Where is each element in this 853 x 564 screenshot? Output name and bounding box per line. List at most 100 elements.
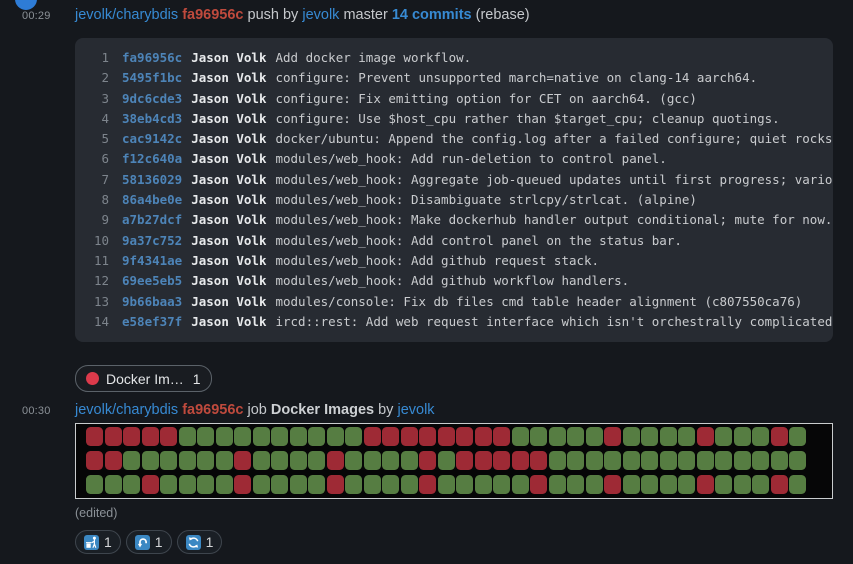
timestamp: 00:29 xyxy=(22,10,51,22)
job-cell-success xyxy=(123,451,140,470)
commit-author: Jason Volk xyxy=(191,190,266,210)
commit-message: Add docker image workflow. xyxy=(275,48,471,68)
commit-author: Jason Volk xyxy=(191,210,266,230)
commit-message: modules/web_hook: Make dockerhub handler… xyxy=(275,210,832,230)
push-note: (rebase) xyxy=(476,7,530,23)
commits-link[interactable]: 14 commits xyxy=(392,7,472,23)
job-cell-failure xyxy=(142,427,159,446)
counterclockwise-arrows-icon xyxy=(186,535,201,550)
commit-message: docker/ubuntu: Append the config.log aft… xyxy=(275,129,833,149)
job-cell-success xyxy=(660,451,677,470)
line-number: 3 xyxy=(87,89,109,109)
commit-row: 1269ee5eb5Jason Volkmodules/web_hook: Ad… xyxy=(87,271,833,291)
job-cell-success xyxy=(567,475,584,494)
job-cell-failure xyxy=(771,427,788,446)
job-cell-success xyxy=(271,475,288,494)
job-cell-success xyxy=(734,475,751,494)
commit-hash-link[interactable]: 9f4341ae xyxy=(122,251,182,271)
job-cell-success xyxy=(105,475,122,494)
job-cell-failure xyxy=(105,451,122,470)
job-header: jevolk/charybdis fa96956c job Docker Ima… xyxy=(75,402,853,418)
commit-message: modules/web_hook: Add control panel on t… xyxy=(275,231,681,251)
line-number: 11 xyxy=(87,251,109,271)
arrow-curving-left-icon xyxy=(135,535,150,550)
reaction-counterclockwise-arrows[interactable]: 1 xyxy=(177,530,223,554)
job-cell-success xyxy=(752,475,769,494)
line-number: 14 xyxy=(87,312,109,332)
job-cell-success xyxy=(567,427,584,446)
commit-hash-link[interactable]: 58136029 xyxy=(122,170,182,190)
commit-author: Jason Volk xyxy=(191,170,266,190)
job-cell-failure xyxy=(234,451,251,470)
job-cell-failure xyxy=(530,475,547,494)
commit-hash-link[interactable]: 86a4be0e xyxy=(122,190,182,210)
job-cell-success xyxy=(660,427,677,446)
put-litter-icon xyxy=(84,535,99,550)
branch-name: master xyxy=(343,7,387,23)
commit-hash-link[interactable]: 38eb4cd3 xyxy=(122,109,182,129)
job-cell-failure xyxy=(475,451,492,470)
job-cell-success xyxy=(493,475,510,494)
by-label: by xyxy=(378,402,393,418)
job-cell-success xyxy=(734,451,751,470)
reaction-arrow-curving-left[interactable]: 1 xyxy=(126,530,172,554)
job-cell-failure xyxy=(771,475,788,494)
commit-author: Jason Volk xyxy=(191,312,266,332)
job-cell-failure xyxy=(697,475,714,494)
docker-images-status-badge[interactable]: Docker Im… 1 xyxy=(75,365,212,392)
commit-row: 1fa96956cJason VolkAdd docker image work… xyxy=(87,48,833,68)
reaction-count: 1 xyxy=(155,534,163,550)
commit-hash-link[interactable]: a7b27dcf xyxy=(122,210,182,230)
line-number: 4 xyxy=(87,109,109,129)
commit-hash-link[interactable]: fa96956c xyxy=(122,48,182,68)
commit-hash-link[interactable]: f12c640a xyxy=(122,149,182,169)
job-cell-failure xyxy=(105,427,122,446)
commit-hash-link[interactable]: e58ef37f xyxy=(122,312,182,332)
job-cell-success xyxy=(623,427,640,446)
commit-hash-link[interactable]: 9a37c752 xyxy=(122,231,182,251)
job-cell-success xyxy=(216,475,233,494)
job-cell-success xyxy=(308,475,325,494)
message-gutter: 00:30 xyxy=(0,402,75,554)
commit-hash-link[interactable]: 5495f1bc xyxy=(122,68,182,88)
job-cell-success xyxy=(216,451,233,470)
commit-message: modules/web_hook: Add github request sta… xyxy=(275,251,599,271)
repo-link[interactable]: jevolk/charybdis xyxy=(75,402,178,418)
line-number: 1 xyxy=(87,48,109,68)
commit-author: Jason Volk xyxy=(191,292,266,312)
commit-hash-link[interactable]: 9dc6cde3 xyxy=(122,89,182,109)
line-number: 8 xyxy=(87,190,109,210)
commit-list[interactable]: 1 fa96956c Jason Volk Add docker image work… xyxy=(75,38,833,342)
commit-row: 39dc6cde3Jason Volkconfigure: Fix emitti… xyxy=(87,89,833,109)
commit-hash-link[interactable]: cac9142c xyxy=(122,129,182,149)
job-cell-failure xyxy=(604,475,621,494)
job-cell-failure xyxy=(419,427,436,446)
job-cell-success xyxy=(752,451,769,470)
user-link[interactable]: jevolk xyxy=(397,402,434,418)
job-cell-failure xyxy=(234,475,251,494)
job-cell-success xyxy=(438,451,455,470)
commit-author: Jason Volk xyxy=(191,271,266,291)
repo-link[interactable]: jevolk/charybdis xyxy=(75,7,178,23)
job-cell-success xyxy=(512,427,529,446)
commit-hash-link[interactable]: 9b66baa3 xyxy=(122,292,182,312)
job-cell-failure xyxy=(327,475,344,494)
job-cell-success xyxy=(271,451,288,470)
job-cell-success xyxy=(290,451,307,470)
job-cell-success xyxy=(345,451,362,470)
user-link[interactable]: jevolk xyxy=(302,7,339,23)
job-cell-success xyxy=(179,475,196,494)
job-cell-success xyxy=(549,475,566,494)
commit-hash-link[interactable]: 69ee5eb5 xyxy=(122,271,182,291)
job-cell-failure xyxy=(419,451,436,470)
job-cell-failure xyxy=(86,427,103,446)
job-cell-failure xyxy=(438,427,455,446)
reaction-put-litter[interactable]: 1 xyxy=(75,530,121,554)
job-cell-success xyxy=(253,451,270,470)
job-cell-success xyxy=(475,475,492,494)
commit-author: Jason Volk xyxy=(191,68,266,88)
job-cell-success xyxy=(308,427,325,446)
job-cell-success xyxy=(771,451,788,470)
line-number: 6 xyxy=(87,149,109,169)
avatar[interactable] xyxy=(15,0,37,10)
